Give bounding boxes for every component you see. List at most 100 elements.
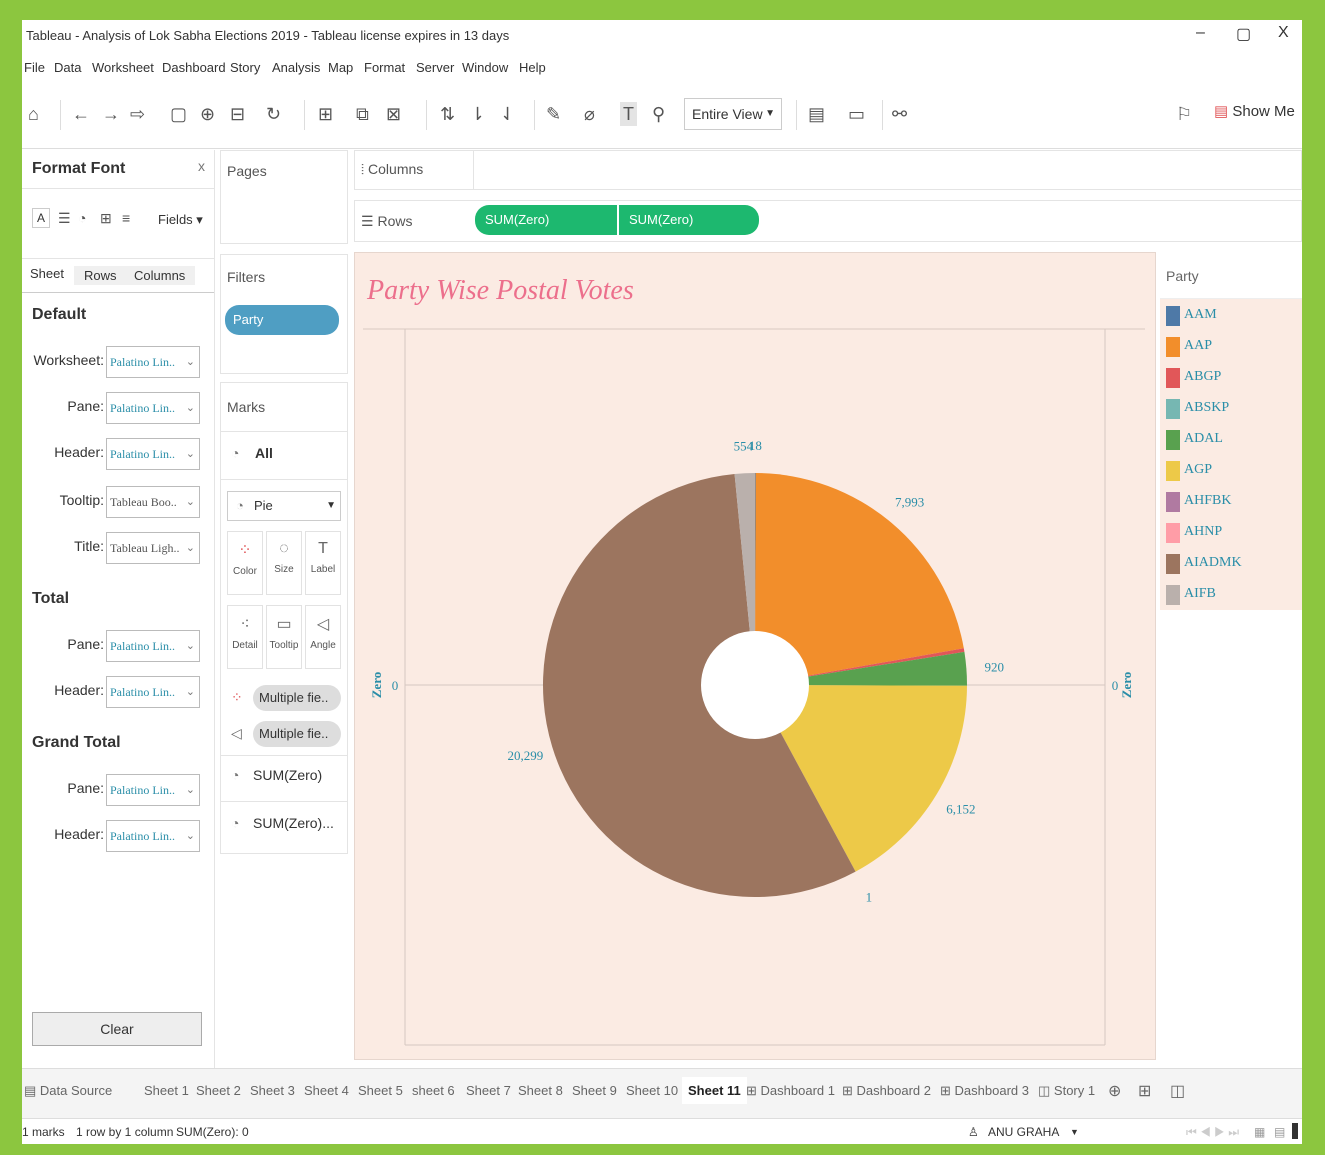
measure-sum-zero-2[interactable]: SUM(Zero)... <box>253 815 334 831</box>
sort-descending-icon[interactable]: ⇃ <box>500 102 515 126</box>
color-button[interactable]: ⁘ Color <box>227 531 263 595</box>
save-icon[interactable]: ▢ <box>170 102 187 126</box>
pagination-icon[interactable]: ⏮ ◀ ▶ ⏭ <box>1186 1125 1239 1140</box>
new-story-icon[interactable]: ◫ <box>1170 1081 1185 1101</box>
chevron-down-icon[interactable]: ▼ <box>1070 1127 1079 1137</box>
angle-button[interactable]: ◁ Angle <box>305 605 341 669</box>
size-button[interactable]: ◌ Size <box>266 531 302 595</box>
title-font-select[interactable]: Tableau Ligh.. ⌄ <box>106 532 200 564</box>
new-dashboard-icon[interactable]: ⊞ <box>1138 1081 1151 1101</box>
tab-rows[interactable]: Rows <box>74 266 127 285</box>
row-pill-sum-zero-2[interactable]: SUM(Zero) <box>619 205 759 235</box>
menu-data[interactable]: Data <box>54 60 81 75</box>
tab-sheet-1[interactable]: Sheet 1 <box>144 1083 189 1098</box>
refresh-icon[interactable]: ↻ <box>266 102 281 126</box>
menu-story[interactable]: Story <box>230 60 260 75</box>
color-field-pill[interactable]: Multiple fie.. <box>253 685 341 711</box>
pause-updates-icon[interactable]: ⊟ <box>230 102 245 126</box>
close-window-button[interactable]: X <box>1278 24 1289 42</box>
pages-shelf[interactable]: Pages <box>220 150 348 244</box>
tab-sheet-4[interactable]: Sheet 4 <box>304 1083 349 1098</box>
menu-worksheet[interactable]: Worksheet <box>92 60 154 75</box>
tab-sheet-2[interactable]: Sheet 2 <box>196 1083 241 1098</box>
clear-button[interactable]: Clear <box>32 1012 202 1046</box>
tab-sheet-3[interactable]: Sheet 3 <box>250 1083 295 1098</box>
cards-icon[interactable]: ▤ <box>808 102 825 126</box>
tab-sheet[interactable]: Sheet <box>30 266 64 281</box>
highlight-icon[interactable]: ✎ <box>546 102 561 126</box>
tooltip-icon[interactable]: ⚐ <box>1176 102 1192 126</box>
grand-total-pane-font-select[interactable]: Palatino Lin.. ⌄ <box>106 774 200 806</box>
tab-story-1[interactable]: ◫ Story 1 <box>1038 1083 1095 1099</box>
undo-icon[interactable]: ← <box>72 102 90 126</box>
pin-icon[interactable]: ⚲ <box>652 102 665 126</box>
menu-map[interactable]: Map <box>328 60 353 75</box>
columns-shelf[interactable]: ⦙ Columns <box>354 150 1302 190</box>
new-worksheet-icon[interactable]: ⊕ <box>1108 1081 1121 1101</box>
tab-sheet-5[interactable]: Sheet 5 <box>358 1083 403 1098</box>
lines-icon[interactable]: ≡ <box>122 210 130 226</box>
tab-dashboard-3[interactable]: ⊞ Dashboard 3 <box>940 1083 1029 1099</box>
redo-icon[interactable]: → <box>102 102 120 126</box>
tooltip-button[interactable]: ▭ Tooltip <box>266 605 302 669</box>
sort-ascending-icon[interactable]: ⇂ <box>470 102 485 126</box>
close-panel-button[interactable]: x <box>198 158 205 174</box>
detail-button[interactable]: ⁖ Detail <box>227 605 263 669</box>
align-icon[interactable]: ☰ <box>58 210 71 227</box>
font-icon[interactable]: A <box>32 208 51 228</box>
show-labels-icon[interactable]: T <box>620 102 637 126</box>
tab-sheet-7[interactable]: Sheet 7 <box>466 1083 511 1098</box>
worksheet-font-select[interactable]: Palatino Lin.. ⌄ <box>106 346 200 378</box>
fit-view-dropdown[interactable]: Entire View ▼ <box>684 98 782 130</box>
clear-sheet-icon[interactable]: ⊠ <box>386 102 401 126</box>
share-icon[interactable]: ⚯ <box>892 102 907 126</box>
filters-shelf[interactable]: Filters Party <box>220 254 348 374</box>
tooltip-font-select[interactable]: Tableau Boo.. ⌄ <box>106 486 200 518</box>
shading-icon[interactable]: ◔ <box>78 210 86 226</box>
menu-server[interactable]: Server <box>416 60 454 75</box>
menu-analysis[interactable]: Analysis <box>272 60 320 75</box>
menu-format[interactable]: Format <box>364 60 405 75</box>
rows-shelf[interactable]: ☰ Rows SUM(Zero) SUM(Zero) <box>354 200 1302 242</box>
minimize-button[interactable]: – <box>1196 24 1205 42</box>
label-button[interactable]: T Label <box>305 531 341 595</box>
header-font-select[interactable]: Palatino Lin.. ⌄ <box>106 438 200 470</box>
duplicate-icon[interactable]: ⧉ <box>356 102 369 126</box>
filter-pill-party[interactable]: Party <box>225 305 339 335</box>
row-pill-sum-zero-1[interactable]: SUM(Zero) <box>475 205 617 235</box>
scroll-handle[interactable] <box>1292 1123 1298 1139</box>
total-pane-font-select[interactable]: Palatino Lin.. ⌄ <box>106 630 200 662</box>
tab-sheet-9[interactable]: Sheet 9 <box>572 1083 617 1098</box>
menu-dashboard[interactable]: Dashboard <box>162 60 226 75</box>
tab-sheet-8[interactable]: Sheet 8 <box>518 1083 563 1098</box>
borders-icon[interactable]: ⊞ <box>100 210 112 227</box>
tab-dashboard-1[interactable]: ⊞ Dashboard 1 <box>746 1083 835 1099</box>
pane-font-select[interactable]: Palatino Lin.. ⌄ <box>106 392 200 424</box>
menu-window[interactable]: Window <box>462 60 508 75</box>
measure-sum-zero-1[interactable]: SUM(Zero) <box>253 767 322 783</box>
new-worksheet-icon[interactable]: ⊞ <box>318 102 333 126</box>
tab-sheet-6[interactable]: sheet 6 <box>412 1083 455 1098</box>
replay-icon[interactable]: ⇨ <box>130 102 145 126</box>
grand-total-header-font-select[interactable]: Palatino Lin.. ⌄ <box>106 820 200 852</box>
group-icon[interactable]: ⌀ <box>584 102 595 126</box>
tab-sheet-10[interactable]: Sheet 10 <box>626 1083 678 1098</box>
mark-type-select[interactable]: ◔ Pie ▼ <box>227 491 341 521</box>
total-header-font-select[interactable]: Palatino Lin.. ⌄ <box>106 676 200 708</box>
user-name[interactable]: ANU GRAHA <box>988 1125 1059 1139</box>
new-datasource-icon[interactable]: ⊕ <box>200 102 215 126</box>
tab-dashboard-2[interactable]: ⊞ Dashboard 2 <box>842 1083 931 1099</box>
swap-icon[interactable]: ⇅ <box>440 102 455 126</box>
angle-field-pill[interactable]: Multiple fie.. <box>253 721 341 747</box>
show-me-button[interactable]: ▤ Show Me <box>1214 102 1295 120</box>
maximize-button[interactable]: ▢ <box>1236 24 1251 44</box>
menu-help[interactable]: Help <box>519 60 546 75</box>
list-view-icon[interactable]: ▤ <box>1274 1125 1285 1139</box>
grid-view-icon[interactable]: ▦ <box>1254 1125 1265 1139</box>
menu-file[interactable]: File <box>24 60 45 75</box>
presentation-icon[interactable]: ▭ <box>848 102 865 126</box>
tab-data-source[interactable]: ▤ Data Source <box>24 1083 112 1099</box>
fields-dropdown[interactable]: Fields ▾ <box>158 212 203 228</box>
tab-columns[interactable]: Columns <box>124 266 196 285</box>
tab-sheet-11[interactable]: Sheet 11 <box>682 1077 747 1104</box>
